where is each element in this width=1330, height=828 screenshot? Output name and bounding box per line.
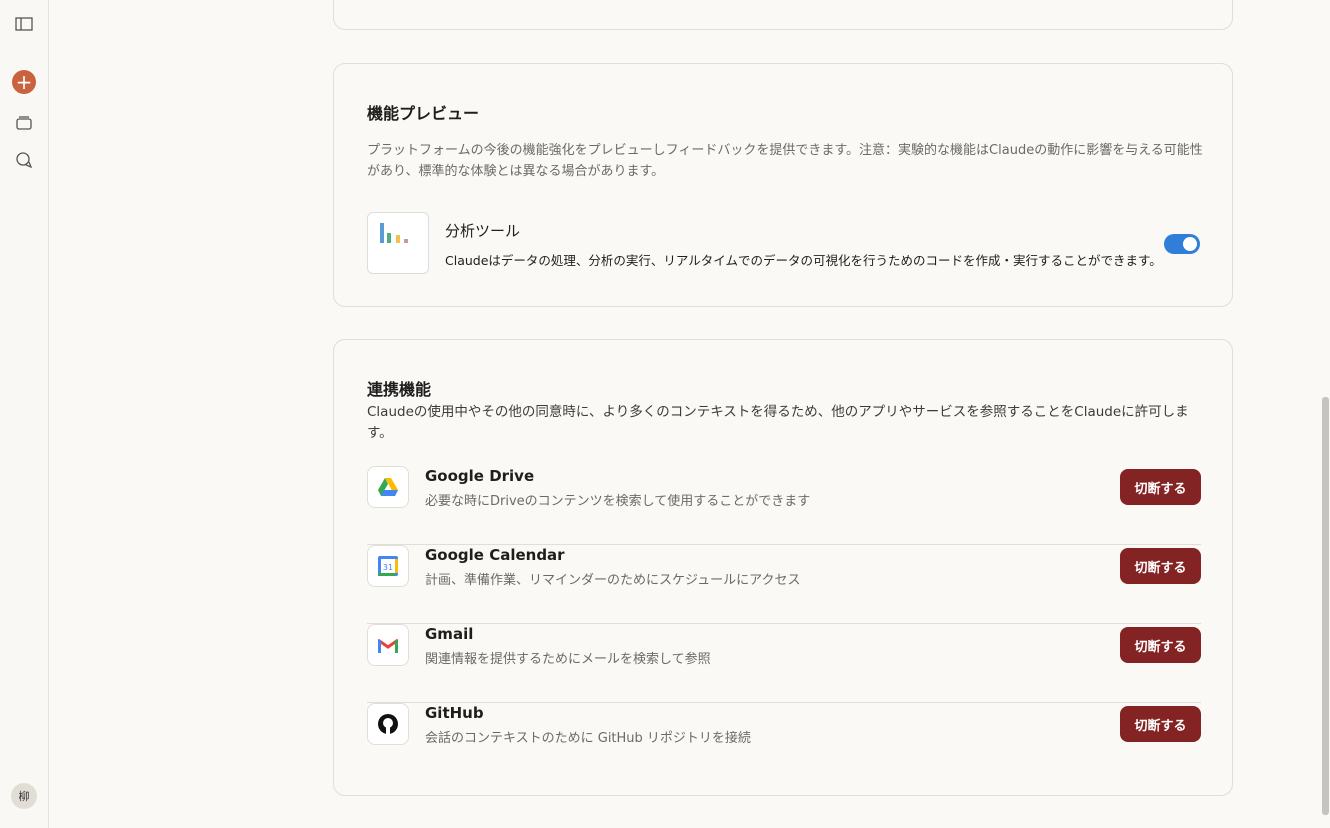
google-calendar-icon: 31 <box>367 545 409 587</box>
disconnect-button[interactable]: 切断する <box>1120 627 1201 663</box>
analysis-tool-toggle[interactable] <box>1164 234 1200 254</box>
gmail-icon <box>367 624 409 666</box>
integrations-card: 連携機能 Claudeの使用中やその他の同意時に、より多くのコンテキストを得るた… <box>333 339 1233 796</box>
section-description: プラットフォームの今後の機能強化をプレビューしフィードバックを提供できます。注意… <box>367 143 1203 179</box>
feature-preview-card: 機能プレビュー プラットフォームの今後の機能強化をプレビューしフィードバックを提… <box>333 63 1233 307</box>
integration-google-calendar: 31 Google Calendar 計画、準備作業、リマインダーのためにスケジ… <box>367 545 1201 624</box>
integration-description: 関連情報を提供するためにメールを検索して参照 <box>425 652 711 667</box>
section-title: 連携機能 <box>367 380 432 399</box>
previous-section-card <box>333 0 1233 30</box>
sidebar-toggle-icon[interactable] <box>12 12 36 36</box>
section-title: 機能プレビュー <box>367 104 480 123</box>
integration-name: Google Drive <box>425 467 535 485</box>
disconnect-button[interactable]: 切断する <box>1120 548 1201 584</box>
integration-description: 必要な時にDriveのコンテンツを検索して使用することができます <box>425 494 811 509</box>
section-description: Claudeの使用中やその他の同意時に、より多くのコンテキストを得るため、他のア… <box>367 404 1189 441</box>
disconnect-button[interactable]: 切断する <box>1120 706 1201 742</box>
projects-icon[interactable] <box>12 111 36 135</box>
new-chat-button[interactable]: + <box>12 70 36 94</box>
analysis-tool-thumbnail <box>367 212 429 274</box>
integration-google-drive: Google Drive 必要な時にDriveのコンテンツを検索して使用すること… <box>367 466 1201 545</box>
chats-icon[interactable] <box>12 148 36 172</box>
integration-gmail: Gmail 関連情報を提供するためにメールを検索して参照 切断する <box>367 624 1201 703</box>
integration-name: GitHub <box>425 704 484 722</box>
scrollbar[interactable] <box>1322 397 1329 815</box>
sidebar: + 柳 <box>0 0 49 828</box>
integration-name: Gmail <box>425 625 474 643</box>
svg-text:31: 31 <box>383 563 393 572</box>
avatar[interactable]: 柳 <box>11 783 37 809</box>
google-drive-icon <box>367 466 409 508</box>
integration-name: Google Calendar <box>425 546 565 564</box>
integration-description: 会話のコンテキストのために GitHub リポジトリを接続 <box>425 731 751 746</box>
disconnect-button[interactable]: 切断する <box>1120 469 1201 505</box>
feature-name: 分析ツール <box>445 222 521 240</box>
integration-github: GitHub 会話のコンテキストのために GitHub リポジトリを接続 切断す… <box>367 703 1201 782</box>
github-icon <box>367 703 409 745</box>
integration-description: 計画、準備作業、リマインダーのためにスケジュールにアクセス <box>425 573 801 588</box>
feature-description: Claudeはデータの処理、分析の実行、リアルタイムでのデータの可視化を行うため… <box>445 253 1162 268</box>
